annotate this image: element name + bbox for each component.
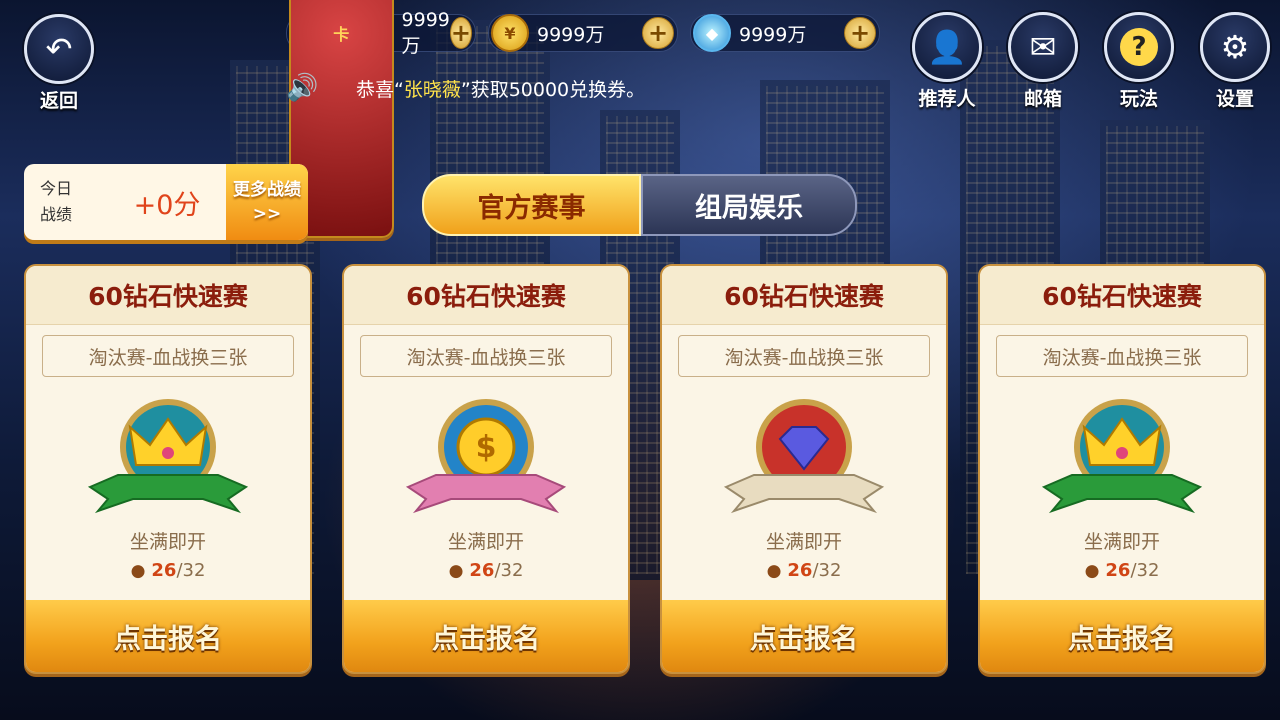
player-count: ● 26/32 (26, 560, 310, 581)
referrer-icon: 👤 (912, 12, 982, 82)
announcement-bar: 🔊 恭喜“张晓薇”获取50000兑换券。 (286, 70, 1006, 106)
announcement-prefix: 恭喜“ (356, 78, 404, 101)
person-icon: ● (448, 561, 464, 581)
player-count: ● 26/32 (662, 560, 946, 581)
announcement-text: 恭喜“张晓薇”获取50000兑换券。 (356, 75, 645, 102)
today-score-label-line2: 战绩 (40, 205, 73, 224)
more-records-arrow: >> (252, 204, 282, 224)
player-max: /32 (176, 560, 206, 581)
player-count: ● 26/32 (344, 560, 628, 581)
referrer-button[interactable]: 👤 推荐人 (912, 12, 982, 111)
add-diamond-button[interactable]: + (844, 17, 876, 49)
referrer-label: 推荐人 (918, 88, 976, 110)
back-arrow-icon: ↶ (24, 14, 94, 84)
diamond-icon: ◆ (693, 14, 731, 52)
diamond-badge-icon (714, 395, 894, 523)
gold-coin-icon: ¥ (491, 14, 529, 52)
envelope-icon: ✉ (1008, 12, 1078, 82)
add-room-card-button[interactable]: + (449, 17, 472, 49)
match-card[interactable]: 60钻石快速赛 淘汰赛-血战换三张 坐满即开 ● 26/32 点击报名 (24, 264, 312, 674)
back-button[interactable]: ↶ 返回 (24, 14, 94, 113)
player-max: /32 (1130, 560, 1160, 581)
match-status: 坐满即开 (765, 531, 842, 553)
crown-badge-icon (1032, 395, 1212, 523)
player-current: 26 (469, 560, 495, 581)
mailbox-label: 邮箱 (1023, 88, 1062, 110)
gear-icon: ⚙ (1200, 12, 1270, 82)
diamond-value: 9999万 (739, 23, 807, 46)
signup-button[interactable]: 点击报名 (344, 600, 628, 672)
speaker-icon[interactable]: 🔊 (286, 73, 322, 103)
match-card[interactable]: 60钻石快速赛 淘汰赛-血战换三张 坐满即开 ● 26/32 点击报名 (978, 264, 1266, 674)
back-label: 返回 (39, 90, 78, 112)
settings-label: 设置 (1215, 88, 1254, 110)
match-subtitle: 淘汰赛-血战换三张 (678, 335, 930, 377)
match-subtitle: 淘汰赛-血战换三张 (42, 335, 294, 377)
today-score-panel: 今日 战绩 +0分 更多战绩 >> (24, 164, 308, 240)
person-icon: ● (1084, 561, 1100, 581)
signup-button[interactable]: 点击报名 (980, 600, 1264, 672)
question-icon: ? (1104, 12, 1174, 82)
player-count: ● 26/32 (980, 560, 1264, 581)
match-status: 坐满即开 (129, 531, 206, 553)
mode-tabs: 官方赛事 组局娱乐 (422, 174, 857, 236)
match-card[interactable]: 60钻石快速赛 淘汰赛-血战换三张 坐满即开 ● 26/32 点击报名 (660, 264, 948, 674)
person-icon: ● (130, 561, 146, 581)
top-nav: 👤 推荐人 ✉ 邮箱 ? 玩法 ⚙ 设置 (912, 12, 1270, 111)
tab-official-match[interactable]: 官方赛事 (422, 174, 641, 236)
player-current: 26 (1105, 560, 1131, 581)
settings-button[interactable]: ⚙ 设置 (1200, 12, 1270, 111)
signup-button[interactable]: 点击报名 (662, 600, 946, 672)
today-score-value: +0分 (133, 189, 201, 221)
add-gold-coin-button[interactable]: + (642, 17, 674, 49)
match-title: 60钻石快速赛 (980, 266, 1264, 325)
resource-bar: 卡 9999万 + ¥ 9999万 + ◆ 9999万 + (286, 0, 880, 238)
room-card-counter: 卡 9999万 + (286, 0, 476, 238)
person-icon: ● (766, 561, 782, 581)
more-records-button[interactable]: 更多战绩 >> (226, 164, 308, 240)
player-max: /32 (494, 560, 524, 581)
rules-label: 玩法 (1119, 88, 1158, 110)
room-card-value: 9999万 (401, 8, 450, 57)
diamond-counter: ◆ 9999万 + (690, 14, 880, 52)
player-current: 26 (787, 560, 813, 581)
announcement-suffix: ”获取50000兑换券。 (460, 78, 646, 101)
match-status: 坐满即开 (447, 531, 524, 553)
more-records-label: 更多战绩 (233, 180, 301, 200)
match-subtitle: 淘汰赛-血战换三张 (360, 335, 612, 377)
match-title: 60钻石快速赛 (344, 266, 628, 325)
gold-coin-value: 9999万 (537, 23, 605, 46)
coin-badge-icon: $ (396, 395, 576, 523)
match-status: 坐满即开 (1083, 531, 1160, 553)
match-subtitle: 淘汰赛-血战换三张 (996, 335, 1248, 377)
signup-button[interactable]: 点击报名 (26, 600, 310, 672)
match-title: 60钻石快速赛 (662, 266, 946, 325)
mailbox-button[interactable]: ✉ 邮箱 (1008, 12, 1078, 111)
today-score-label: 今日 战绩 (24, 164, 108, 240)
gold-coin-counter: ¥ 9999万 + (488, 14, 678, 52)
tab-group-play[interactable]: 组局娱乐 (641, 174, 857, 236)
announcement-player-name: 张晓薇 (403, 78, 461, 101)
rules-button[interactable]: ? 玩法 (1104, 12, 1174, 111)
today-score-label-line1: 今日 (40, 179, 73, 198)
svg-text:$: $ (476, 430, 497, 465)
player-max: /32 (812, 560, 842, 581)
match-card-list: 60钻石快速赛 淘汰赛-血战换三张 坐满即开 ● 26/32 点击报名 60钻石快… (24, 264, 1266, 674)
player-current: 26 (151, 560, 177, 581)
match-card[interactable]: 60钻石快速赛 淘汰赛-血战换三张 $ 坐满即开 ● 26/32 点击报名 (342, 264, 630, 674)
crown-badge-icon (78, 395, 258, 523)
match-title: 60钻石快速赛 (26, 266, 310, 325)
